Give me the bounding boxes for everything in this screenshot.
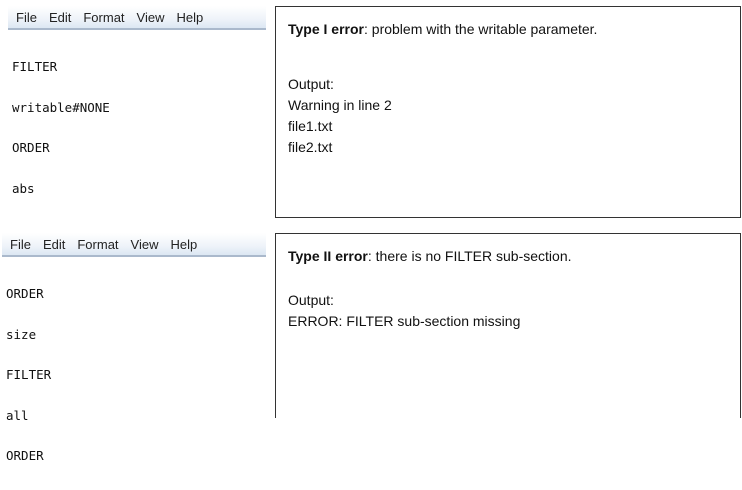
output-line: file2.txt bbox=[288, 139, 333, 155]
output-line: ERROR: FILTER sub-section missing bbox=[288, 313, 521, 329]
menu-help[interactable]: Help bbox=[170, 10, 209, 28]
menu-bar: File Edit Format View Help bbox=[8, 6, 266, 30]
editor-line: FILTER bbox=[6, 367, 52, 382]
editor-line: ORDER bbox=[6, 448, 44, 463]
notepad-window-top: File Edit Format View Help FILTER writab… bbox=[8, 6, 266, 195]
output-label: Output: bbox=[288, 292, 334, 308]
panel-title: Type II error: there is no FILTER sub-se… bbox=[288, 248, 572, 264]
menu-view[interactable]: View bbox=[125, 237, 165, 255]
menu-help[interactable]: Help bbox=[164, 237, 203, 255]
menu-edit[interactable]: Edit bbox=[37, 237, 71, 255]
editor-line: writable#NONE bbox=[12, 99, 110, 115]
error-description: : problem with the writable parameter. bbox=[364, 21, 598, 37]
panel-title: Type I error: problem with the writable … bbox=[288, 21, 597, 37]
editor-line: abs bbox=[12, 180, 35, 196]
editor-line: ORDER bbox=[6, 286, 44, 301]
menu-bar: File Edit Format View Help bbox=[2, 233, 266, 257]
editor-line: FILTER bbox=[12, 59, 58, 74]
output-line: file1.txt bbox=[288, 118, 333, 134]
error-type-label: Type I error bbox=[288, 21, 364, 37]
editor-line: ORDER bbox=[12, 140, 50, 155]
output-label: Output: bbox=[288, 76, 334, 92]
menu-file[interactable]: File bbox=[10, 10, 43, 28]
menu-view[interactable]: View bbox=[131, 10, 171, 28]
text-editor[interactable]: ORDER size FILTER all ORDER bbox=[2, 257, 266, 490]
output-block: Output: Warning in line 2 file1.txt file… bbox=[288, 74, 392, 158]
error-type-label: Type II error bbox=[288, 248, 368, 264]
explanation-panel-bottom: Type II error: there is no FILTER sub-se… bbox=[275, 233, 741, 418]
output-block: Output: ERROR: FILTER sub-section missin… bbox=[288, 290, 520, 332]
editor-line: size bbox=[6, 326, 37, 342]
menu-format[interactable]: Format bbox=[77, 10, 130, 28]
output-line: Warning in line 2 bbox=[288, 97, 392, 113]
editor-line: all bbox=[6, 407, 29, 423]
menu-file[interactable]: File bbox=[4, 237, 37, 255]
error-description: : there is no FILTER sub-section. bbox=[367, 248, 572, 264]
text-editor[interactable]: FILTER writable#NONE ORDER abs bbox=[8, 30, 266, 222]
notepad-window-bottom: File Edit Format View Help ORDER size FI… bbox=[2, 233, 266, 462]
menu-format[interactable]: Format bbox=[71, 237, 124, 255]
explanation-panel-top: Type I error: problem with the writable … bbox=[275, 6, 741, 218]
menu-edit[interactable]: Edit bbox=[43, 10, 77, 28]
